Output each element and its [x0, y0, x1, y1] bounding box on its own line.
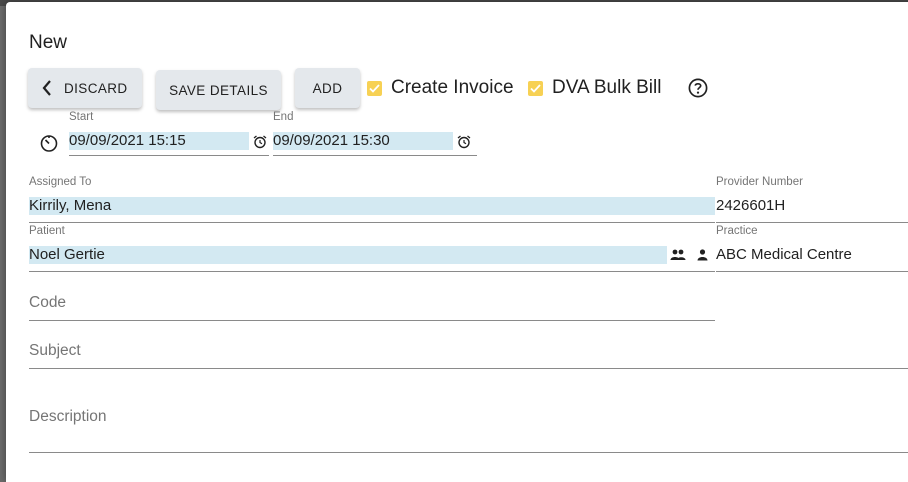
patient-underline	[29, 271, 715, 272]
add-button-label: ADD	[312, 80, 343, 96]
create-invoice-checkbox[interactable]: Create Invoice	[367, 75, 514, 101]
add-button[interactable]: ADD	[295, 68, 360, 108]
save-details-button-label: SAVE DETAILS	[169, 82, 268, 98]
timer-icon	[39, 133, 59, 153]
assigned-to-input[interactable]: Kirrily, Mena	[29, 197, 715, 215]
alarm-clock-icon[interactable]	[253, 135, 267, 149]
check-icon[interactable]	[367, 80, 382, 96]
start-label: Start	[69, 111, 94, 123]
code-underline	[29, 320, 715, 321]
code-input[interactable]: Code	[29, 294, 66, 312]
start-underline	[69, 155, 269, 156]
start-datetime-input[interactable]: 09/09/2021 15:15	[69, 132, 249, 150]
subject-underline	[29, 368, 908, 369]
end-underline	[273, 155, 477, 156]
description-underline	[29, 452, 908, 453]
dva-bulk-bill-checkbox[interactable]: DVA Bulk Bill	[528, 75, 661, 101]
practice-value[interactable]: ABC Medical Centre	[716, 246, 852, 264]
assigned-to-underline	[29, 222, 715, 223]
provider-number-underline	[716, 222, 908, 223]
dialog-title: New	[29, 32, 68, 53]
discard-button-label: DISCARD	[64, 80, 128, 96]
end-label: End	[273, 111, 294, 123]
practice-label: Practice	[716, 225, 758, 237]
save-details-button[interactable]: SAVE DETAILS	[156, 70, 281, 110]
subject-input[interactable]: Subject	[29, 342, 81, 360]
help-circle-icon[interactable]	[688, 78, 708, 103]
provider-number-value[interactable]: 2426601H	[716, 197, 785, 215]
patient-label: Patient	[29, 225, 65, 237]
practice-underline	[716, 271, 908, 272]
assigned-to-label: Assigned To	[29, 176, 92, 188]
alarm-clock-icon[interactable]	[457, 135, 471, 149]
people-icon[interactable]	[670, 249, 686, 261]
patient-input[interactable]: Noel Gertie	[29, 246, 667, 264]
discard-button[interactable]: DISCARD	[28, 68, 142, 108]
description-input[interactable]: Description	[29, 408, 107, 426]
chevron-left-icon	[42, 80, 52, 96]
new-appointment-dialog: New DISCARD SAVE DETAILS ADD Create Invo…	[6, 2, 908, 482]
dva-bulk-bill-label: DVA Bulk Bill	[552, 77, 662, 98]
check-icon[interactable]	[528, 80, 543, 96]
provider-number-label: Provider Number	[716, 176, 803, 188]
create-invoice-label: Create Invoice	[391, 77, 514, 98]
person-icon[interactable]	[697, 249, 708, 261]
end-datetime-input[interactable]: 09/09/2021 15:30	[273, 132, 453, 150]
